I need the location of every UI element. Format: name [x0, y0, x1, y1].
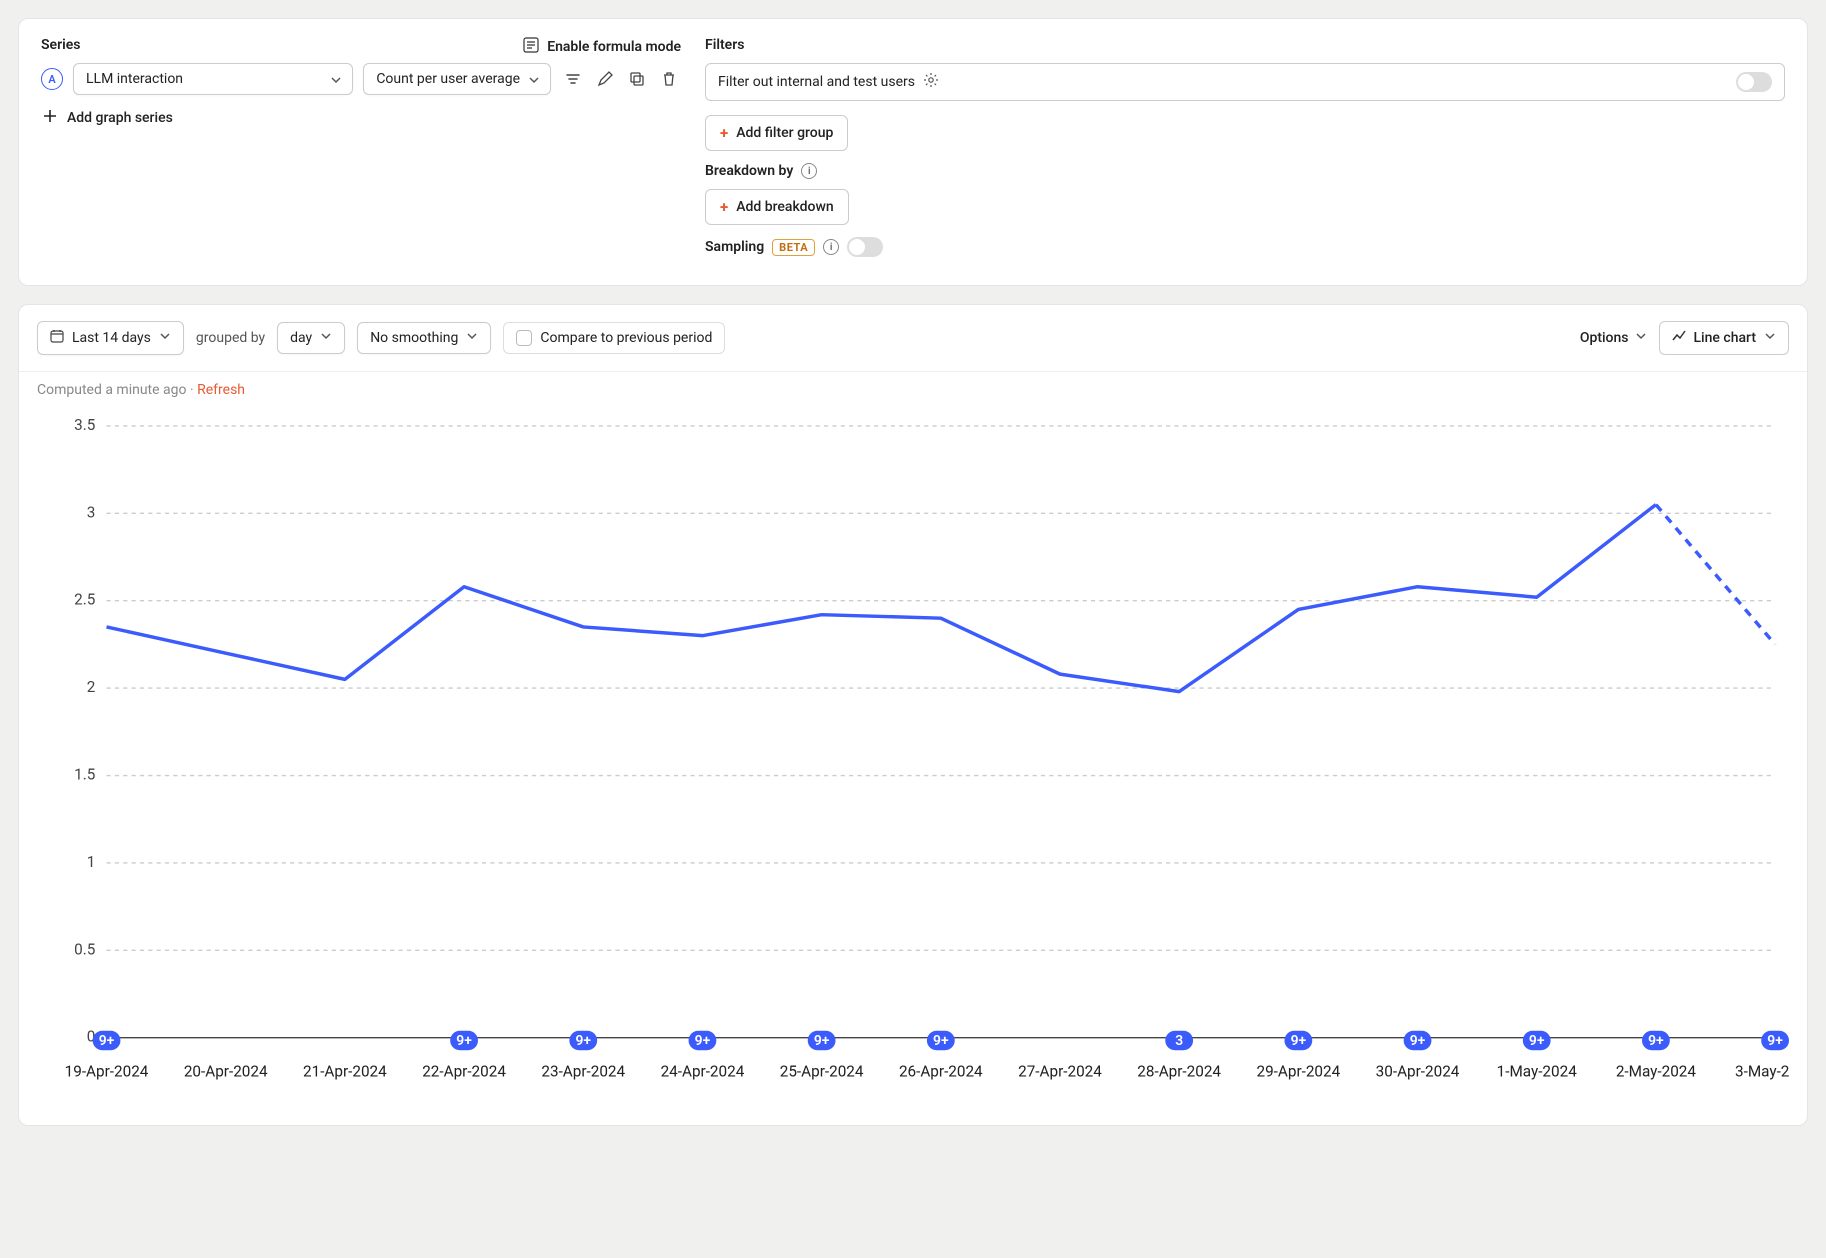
svg-text:9+: 9+ [456, 1033, 472, 1049]
plus-icon: + [720, 198, 728, 216]
svg-text:3: 3 [1175, 1033, 1183, 1049]
svg-text:9+: 9+ [99, 1033, 115, 1049]
svg-text:3: 3 [87, 503, 96, 521]
svg-text:20-Apr-2024: 20-Apr-2024 [184, 1063, 268, 1081]
svg-text:9+: 9+ [933, 1033, 949, 1049]
svg-text:9+: 9+ [1291, 1033, 1307, 1049]
svg-text:23-Apr-2024: 23-Apr-2024 [541, 1063, 625, 1081]
breakdown-title: Breakdown by [705, 163, 793, 179]
svg-text:9+: 9+ [1767, 1033, 1783, 1049]
sampling-toggle[interactable] [847, 237, 883, 257]
bucket-select[interactable]: day [277, 322, 345, 354]
compare-label: Compare to previous period [540, 330, 712, 346]
svg-text:29-Apr-2024: 29-Apr-2024 [1256, 1063, 1340, 1081]
date-range-label: Last 14 days [72, 330, 151, 346]
filter-internal-users[interactable]: Filter out internal and test users [705, 63, 1785, 101]
options-menu[interactable]: Options [1580, 330, 1647, 346]
gear-icon[interactable] [923, 72, 939, 92]
filters-title: Filters [705, 37, 1785, 53]
filter-toggle[interactable] [1736, 72, 1772, 92]
chevron-down-icon [320, 330, 332, 346]
svg-text:26-Apr-2024: 26-Apr-2024 [899, 1063, 983, 1081]
delete-series-icon[interactable] [657, 67, 681, 91]
svg-text:28-Apr-2024: 28-Apr-2024 [1137, 1063, 1221, 1081]
chevron-down-icon [1635, 330, 1647, 346]
sampling-title: Sampling [705, 239, 764, 255]
copy-series-icon[interactable] [625, 67, 649, 91]
add-filter-label: Add filter group [736, 125, 833, 141]
svg-text:9+: 9+ [695, 1033, 711, 1049]
svg-text:9+: 9+ [1529, 1033, 1545, 1049]
filter-series-icon[interactable] [561, 67, 585, 91]
chevron-down-icon [466, 330, 478, 346]
formula-icon [523, 37, 539, 57]
svg-text:24-Apr-2024: 24-Apr-2024 [661, 1063, 745, 1081]
compare-previous-checkbox[interactable]: Compare to previous period [503, 322, 725, 354]
svg-text:22-Apr-2024: 22-Apr-2024 [422, 1063, 506, 1081]
add-filter-group-button[interactable]: + Add filter group [705, 115, 848, 151]
chart-panel: Last 14 days grouped by day No smoothing… [18, 304, 1808, 1126]
svg-text:3-May-2024: 3-May-2024 [1735, 1063, 1789, 1081]
add-breakdown-label: Add breakdown [736, 199, 833, 215]
svg-text:21-Apr-2024: 21-Apr-2024 [303, 1063, 387, 1081]
add-series-button[interactable]: Add graph series [41, 109, 681, 127]
chevron-down-icon [159, 330, 171, 346]
options-label: Options [1580, 330, 1629, 346]
svg-text:3.5: 3.5 [74, 416, 95, 434]
measure-select-label: Count per user average [376, 71, 520, 87]
svg-text:9+: 9+ [814, 1033, 830, 1049]
plus-icon: + [720, 124, 728, 142]
chart-type-select[interactable]: Line chart [1659, 321, 1790, 355]
add-breakdown-button[interactable]: + Add breakdown [705, 189, 849, 225]
svg-text:2: 2 [87, 678, 96, 696]
svg-text:9+: 9+ [575, 1033, 591, 1049]
filter-label: Filter out internal and test users [718, 74, 915, 90]
svg-text:1-May-2024: 1-May-2024 [1497, 1063, 1578, 1081]
smoothing-label: No smoothing [370, 330, 458, 346]
svg-text:19-Apr-2024: 19-Apr-2024 [65, 1063, 149, 1081]
chevron-down-icon [330, 74, 340, 84]
chevron-down-icon [528, 74, 538, 84]
measure-select[interactable]: Count per user average [363, 63, 551, 95]
refresh-link[interactable]: Refresh [197, 382, 245, 398]
add-series-label: Add graph series [67, 110, 173, 126]
chart-canvas: 00.511.522.533.59+9+9+9+9+9+39+9+9+9+9+1… [37, 412, 1789, 1107]
chevron-down-icon [1764, 330, 1776, 346]
line-chart-icon [1672, 329, 1686, 347]
config-panel: Series Enable formula mode A LLM interac… [18, 18, 1808, 286]
event-select[interactable]: LLM interaction [73, 63, 353, 95]
beta-badge: BETA [772, 239, 815, 256]
svg-text:1: 1 [87, 853, 96, 871]
svg-text:25-Apr-2024: 25-Apr-2024 [780, 1063, 864, 1081]
svg-text:1.5: 1.5 [74, 766, 95, 784]
formula-toggle-label: Enable formula mode [547, 39, 681, 55]
date-range-select[interactable]: Last 14 days [37, 321, 184, 355]
svg-text:0.5: 0.5 [74, 940, 95, 958]
svg-text:9+: 9+ [1410, 1033, 1426, 1049]
info-icon[interactable]: i [823, 239, 839, 255]
info-icon[interactable]: i [801, 163, 817, 179]
svg-text:2-May-2024: 2-May-2024 [1616, 1063, 1697, 1081]
event-select-label: LLM interaction [86, 71, 183, 87]
svg-text:27-Apr-2024: 27-Apr-2024 [1018, 1063, 1102, 1081]
grouped-by-label: grouped by [196, 330, 265, 346]
bucket-label: day [290, 330, 312, 346]
computed-text: Computed a minute ago [37, 382, 186, 398]
plus-icon [43, 109, 57, 127]
svg-text:30-Apr-2024: 30-Apr-2024 [1376, 1063, 1460, 1081]
checkbox-icon [516, 330, 532, 346]
smoothing-select[interactable]: No smoothing [357, 322, 491, 354]
separator: · [190, 382, 194, 398]
computed-status: Computed a minute ago · Refresh [19, 372, 1807, 408]
series-badge-a: A [41, 68, 63, 90]
edit-series-icon[interactable] [593, 67, 617, 91]
chart-type-label: Line chart [1694, 330, 1757, 346]
svg-text:9+: 9+ [1648, 1033, 1664, 1049]
svg-text:2.5: 2.5 [74, 591, 95, 609]
enable-formula-mode-button[interactable]: Enable formula mode [523, 37, 681, 57]
calendar-icon [50, 329, 64, 347]
